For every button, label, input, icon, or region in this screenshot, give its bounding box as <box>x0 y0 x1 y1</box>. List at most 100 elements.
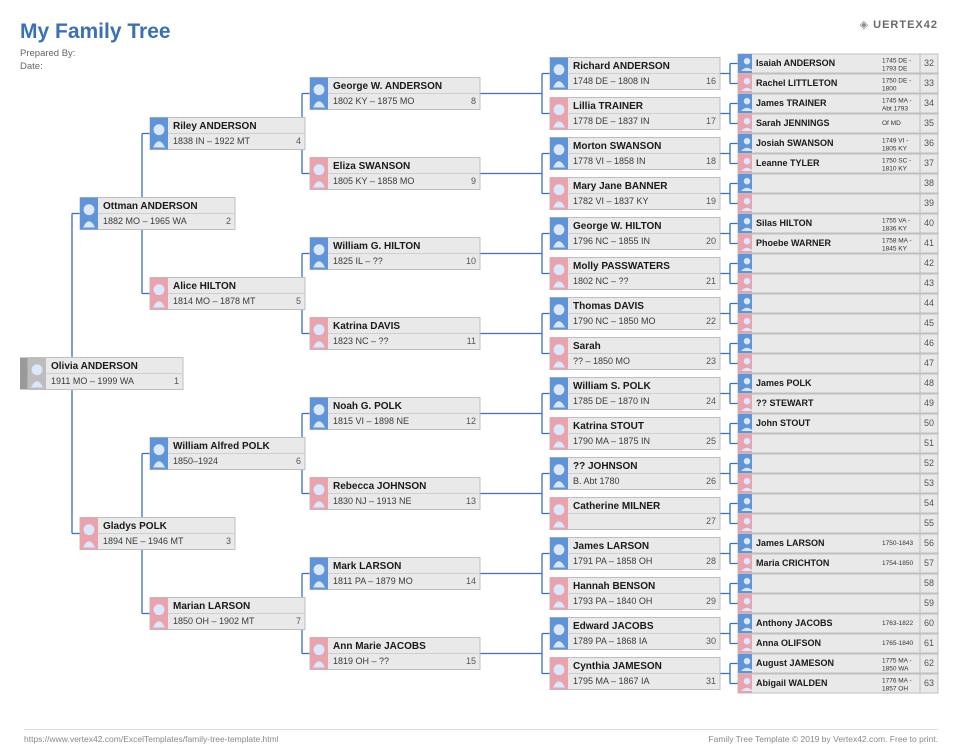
svg-text:19: 19 <box>706 196 716 206</box>
person-33: Rachel LITTLETON1750 DE -180033 <box>738 74 938 93</box>
person-18: Morton SWANSON1778 VI – 1858 IN18 <box>550 138 720 170</box>
svg-text:35: 35 <box>924 118 934 128</box>
svg-text:William S. POLK: William S. POLK <box>573 381 651 392</box>
svg-text:1815 VI – 1898 NE: 1815 VI – 1898 NE <box>333 416 409 426</box>
svg-text:41: 41 <box>924 238 934 248</box>
svg-text:1838 IN – 1922 MT: 1838 IN – 1922 MT <box>173 136 251 146</box>
svg-text:1793 PA – 1840 OH: 1793 PA – 1840 OH <box>573 596 652 606</box>
person-6: William Alfred POLK1850–19246 <box>150 438 305 470</box>
person-63: Abigail WALDEN1776 MA -1857 OH63 <box>738 674 938 693</box>
person-25: Katrina STOUT1790 MA – 1875 IN25 <box>550 418 720 450</box>
svg-text:Gladys POLK: Gladys POLK <box>103 521 168 532</box>
svg-text:1745 MA -: 1745 MA - <box>882 97 912 104</box>
svg-text:George W. ANDERSON: George W. ANDERSON <box>333 81 442 92</box>
svg-text:50: 50 <box>924 418 934 428</box>
svg-text:28: 28 <box>706 556 716 566</box>
footer-url: https://www.vertex42.com/ExcelTemplates/… <box>24 734 279 744</box>
svg-text:Lillia TRAINER: Lillia TRAINER <box>573 101 644 112</box>
person-7: Marian LARSON1850 OH – 1902 MT7 <box>150 598 305 630</box>
svg-text:Alice HILTON: Alice HILTON <box>173 281 236 292</box>
svg-text:1754-1850: 1754-1850 <box>882 560 913 567</box>
svg-text:Sarah: Sarah <box>573 341 601 352</box>
svg-text:46: 46 <box>924 338 934 348</box>
person-24: William S. POLK1785 DE – 1870 IN24 <box>550 378 720 410</box>
svg-text:27: 27 <box>706 516 716 526</box>
person-17: Lillia TRAINER1778 DE – 1837 IN17 <box>550 98 720 130</box>
svg-text:Eliza SWANSON: Eliza SWANSON <box>333 161 410 172</box>
person-37: Leanne TYLER1750 SC -1810 KY37 <box>738 154 938 173</box>
svg-text:1778 VI – 1858 IN: 1778 VI – 1858 IN <box>573 156 646 166</box>
svg-text:1796 NC – 1855 IN: 1796 NC – 1855 IN <box>573 236 650 246</box>
person-55: 55 <box>738 514 938 533</box>
person-56: James LARSON1750-184356 <box>738 534 938 553</box>
svg-text:32: 32 <box>924 58 934 68</box>
svg-text:1805 KY – 1858 MO: 1805 KY – 1858 MO <box>333 176 414 186</box>
svg-text:Anna OLIFSON: Anna OLIFSON <box>756 638 821 648</box>
svg-text:51: 51 <box>924 438 934 448</box>
person-53: 53 <box>738 474 938 493</box>
person-16: Richard ANDERSON1748 DE – 1808 IN16 <box>550 58 720 90</box>
svg-text:Catherine MILNER: Catherine MILNER <box>573 501 661 512</box>
svg-text:63: 63 <box>924 678 934 688</box>
svg-text:1845 KY: 1845 KY <box>882 246 908 253</box>
svg-text:1790 MA – 1875 IN: 1790 MA – 1875 IN <box>573 436 650 446</box>
svg-text:15: 15 <box>466 656 476 666</box>
svg-text:1790 NC – 1850 MO: 1790 NC – 1850 MO <box>573 316 656 326</box>
svg-text:42: 42 <box>924 258 934 268</box>
svg-text:1778 DE – 1837 IN: 1778 DE – 1837 IN <box>573 116 650 126</box>
person-38: 38 <box>738 174 938 193</box>
svg-text:Noah G. POLK: Noah G. POLK <box>333 401 403 412</box>
svg-text:1775 MA -: 1775 MA - <box>882 657 912 664</box>
svg-text:1748 DE – 1808 IN: 1748 DE – 1808 IN <box>573 76 650 86</box>
person-42: 42 <box>738 254 938 273</box>
svg-text:4: 4 <box>296 136 301 146</box>
svg-text:57: 57 <box>924 558 934 568</box>
svg-text:1819 OH – ??: 1819 OH – ?? <box>333 656 389 666</box>
person-15: Ann Marie JACOBS 1819 OH – ?? 15 <box>310 638 480 670</box>
svg-text:62: 62 <box>924 658 934 668</box>
svg-text:1750 DE -: 1750 DE - <box>882 77 911 84</box>
svg-text:William Alfred POLK: William Alfred POLK <box>173 441 271 452</box>
svg-text:Riley ANDERSON: Riley ANDERSON <box>173 121 257 132</box>
svg-text:59: 59 <box>924 598 934 608</box>
svg-text:Richard ANDERSON: Richard ANDERSON <box>573 61 670 72</box>
svg-text:26: 26 <box>706 476 716 486</box>
person-11: Katrina DAVIS1823 NC – ??11 <box>310 318 480 350</box>
person-40: Silas HILTON1755 VA -1836 KY40 <box>738 214 938 233</box>
svg-text:20: 20 <box>706 236 716 246</box>
svg-text:1802 KY – 1875 MO: 1802 KY – 1875 MO <box>333 96 414 106</box>
svg-text:1850–1924: 1850–1924 <box>173 456 218 466</box>
svg-text:1785 DE – 1870 IN: 1785 DE – 1870 IN <box>573 396 650 406</box>
svg-text:1782 VI – 1837 KY: 1782 VI – 1837 KY <box>573 196 649 206</box>
person-43: 43 <box>738 274 938 293</box>
svg-text:1745 DE -: 1745 DE - <box>882 57 911 64</box>
person-22: Thomas DAVIS1790 NC – 1850 MO22 <box>550 298 720 330</box>
svg-text:58: 58 <box>924 578 934 588</box>
person-29: Hannah BENSON1793 PA – 1840 OH29 <box>550 578 720 610</box>
svg-text:1911 MO – 1999 WA: 1911 MO – 1999 WA <box>51 376 134 386</box>
svg-text:William G. HILTON: William G. HILTON <box>333 241 420 252</box>
svg-text:14: 14 <box>466 576 476 586</box>
svg-text:1836 KY: 1836 KY <box>882 226 908 233</box>
family-tree-diagram: Isaiah ANDERSON1745 DE -1793 DE32Rachel … <box>20 52 942 712</box>
svg-text:August JAMESON: August JAMESON <box>756 658 834 668</box>
svg-text:12: 12 <box>466 416 476 426</box>
footer-copyright: Family Tree Template © 2019 by Vertex42.… <box>708 734 938 744</box>
person-27: Catherine MILNER 27 <box>550 498 720 530</box>
svg-text:Katrina DAVIS: Katrina DAVIS <box>333 321 400 332</box>
svg-text:Ottman ANDERSON: Ottman ANDERSON <box>103 201 198 212</box>
person-48: James POLK48 <box>738 374 938 393</box>
svg-text:1800: 1800 <box>882 86 897 93</box>
person-13: Rebecca JOHNSON1830 NJ – 1913 NE13 <box>310 478 480 510</box>
svg-text:36: 36 <box>924 138 934 148</box>
person-2: Ottman ANDERSON1882 MO – 1965 WA2 <box>80 198 235 230</box>
svg-text:1789 PA – 1868 IA: 1789 PA – 1868 IA <box>573 636 647 646</box>
person-50: John STOUT50 <box>738 414 938 433</box>
person-1: Olivia ANDERSON1911 MO – 1999 WA1 <box>28 358 183 390</box>
person-26: ?? JOHNSONB. Abt 178026 <box>550 458 720 490</box>
person-23: Sarah?? – 1850 MO23 <box>550 338 720 370</box>
svg-text:Ann Marie JACOBS: Ann Marie JACOBS <box>333 641 426 652</box>
person-51: 51 <box>738 434 938 453</box>
svg-text:1763-1822: 1763-1822 <box>882 620 913 627</box>
svg-text:43: 43 <box>924 278 934 288</box>
